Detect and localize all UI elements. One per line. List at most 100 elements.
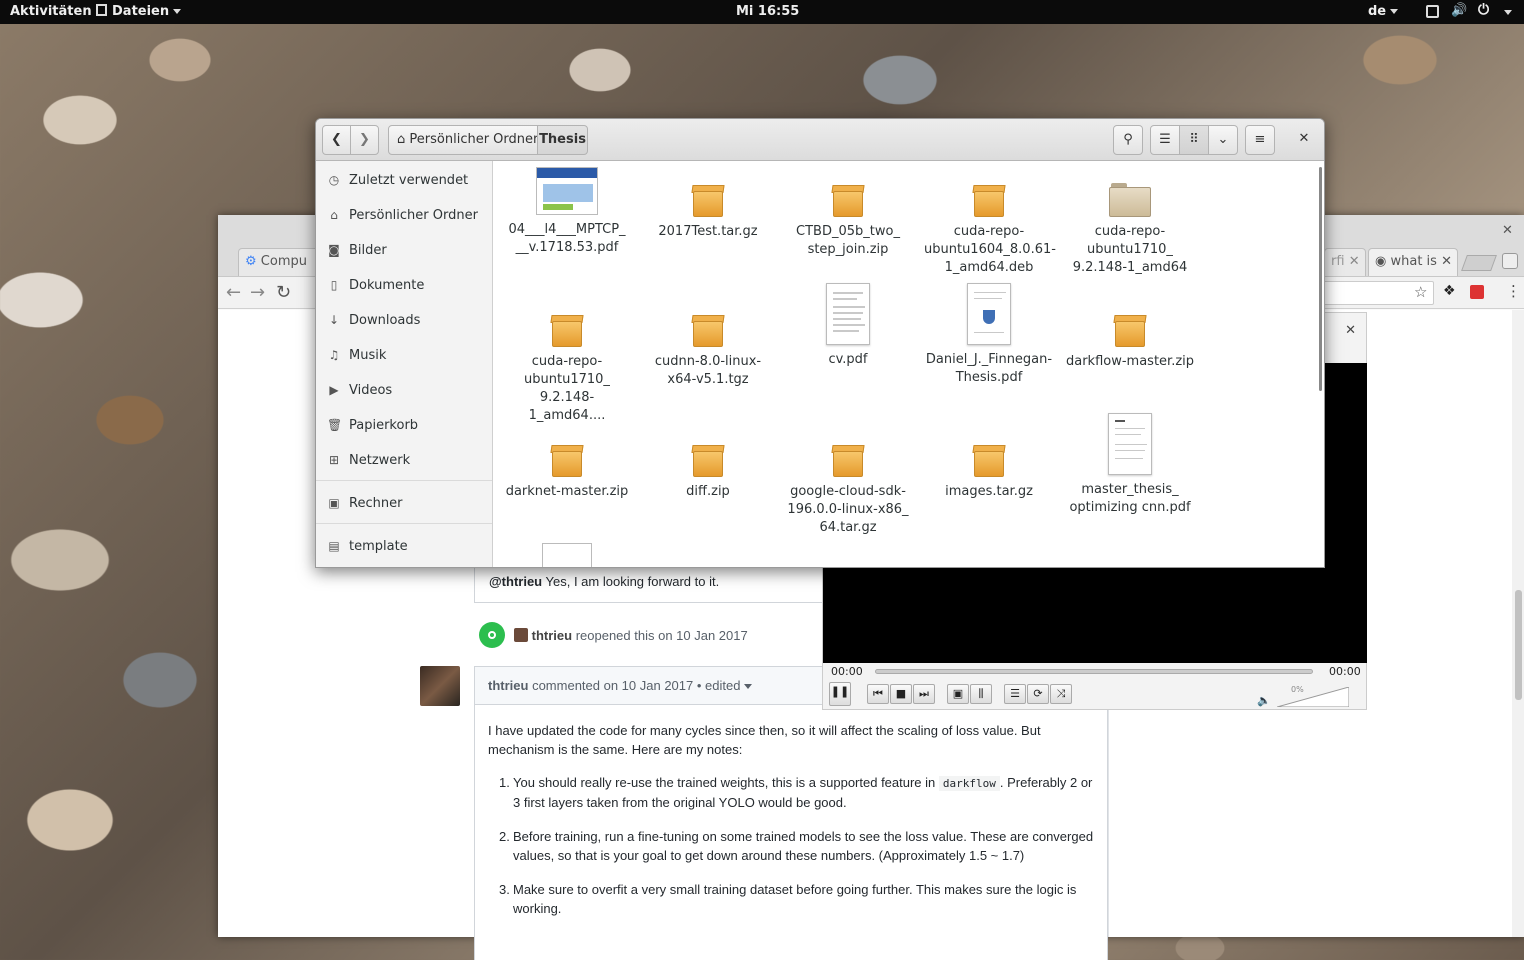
file-grid-scrollbar[interactable] (1318, 161, 1324, 567)
fullscreen-button[interactable]: ▣ (947, 684, 969, 704)
loop-button[interactable]: ⟳ (1027, 684, 1049, 704)
file-item[interactable]: cudnn-8.0-linux- x64-v5.1.tgz (643, 297, 773, 389)
seek-bar[interactable] (875, 669, 1313, 674)
camera-icon: ◙ (328, 243, 340, 257)
folder-icon: ▤ (328, 539, 340, 553)
archive-icon (691, 311, 725, 347)
browser-tab[interactable]: rfi ✕ (1324, 248, 1366, 276)
back-icon[interactable]: ← (226, 282, 241, 303)
file-item[interactable]: cuda-repo- ubuntu1710_ 9.2.148-1_amd64..… (502, 297, 632, 425)
back-button[interactable]: ❮ (322, 125, 351, 155)
list-text: Before training, run a fine-tuning on so… (513, 829, 1094, 863)
file-item[interactable]: darknet-master.zip (502, 427, 632, 501)
menu-icon[interactable]: ⋮ (1506, 282, 1521, 300)
sidebar-item-trash[interactable]: 🗑 Papierkorb (316, 408, 492, 442)
reload-icon[interactable]: ↻ (276, 282, 291, 303)
file-item-partial[interactable] (542, 543, 592, 567)
comment-meta[interactable]: commented on 10 Jan 2017 (532, 678, 693, 693)
archive-icon (691, 441, 725, 477)
search-button[interactable]: ⚲ (1113, 125, 1143, 155)
next-button[interactable]: ⏭ (913, 684, 935, 704)
menu-button[interactable]: ≡ (1245, 125, 1275, 155)
hamburger-icon: ≡ (1254, 132, 1266, 147)
language-menu[interactable]: de (1368, 4, 1399, 19)
clock[interactable]: Mi 16:55 (736, 4, 799, 19)
file-item[interactable]: google-cloud-sdk- 196.0.0-linux-x86_ 64.… (783, 427, 913, 537)
archive-icon (550, 311, 584, 347)
file-item[interactable]: diff.zip (643, 427, 773, 501)
close-icon[interactable]: ✕ (1345, 323, 1356, 338)
browser-tab-active[interactable]: ◉ what is ✕ (1368, 248, 1458, 276)
sidebar-item-downloads[interactable]: ↓ Downloads (316, 303, 492, 337)
chevron-down-icon (1390, 9, 1399, 14)
browser-tab[interactable]: ⚙ Compu (238, 248, 322, 276)
sidebar-item-home[interactable]: ⌂ Persönlicher Ordner (316, 198, 492, 232)
path-home-button[interactable]: ⌂ Persönlicher Ordner (388, 125, 538, 155)
system-menu-chevron-icon[interactable] (1504, 10, 1512, 15)
new-tab-button[interactable] (1461, 255, 1497, 271)
previous-button[interactable]: ⏮ (867, 684, 889, 704)
event-actor[interactable]: thtrieu (532, 628, 572, 643)
speaker-icon[interactable]: 🔈 (1257, 694, 1271, 707)
sidebar-item-template[interactable]: ▤ template (316, 529, 492, 563)
volume-slider[interactable]: 0% (1276, 685, 1350, 708)
forward-button[interactable]: ❯ (350, 125, 379, 155)
sidebar-item-recent[interactable]: ◷ Zuletzt verwendet (316, 163, 492, 197)
sidebar-item-documents[interactable]: ▯ Dokumente (316, 268, 492, 302)
comment-author[interactable]: thtrieu (488, 678, 528, 693)
file-item[interactable]: cuda-repo- ubuntu1710_ 9.2.148-1_amd64 (1065, 167, 1195, 277)
close-icon[interactable]: ✕ (1441, 254, 1452, 269)
close-window-icon[interactable]: ✕ (1502, 223, 1513, 238)
sidebar-item-music[interactable]: ♫ Musik (316, 338, 492, 372)
forward-icon[interactable]: → (250, 282, 265, 303)
edited-dropdown[interactable]: • edited (697, 678, 741, 693)
comment-author[interactable]: @thtrieu (489, 574, 542, 589)
list-view-button[interactable]: ☰ (1150, 125, 1180, 155)
file-item[interactable]: CTBD_05b_two_ step_join.zip (783, 167, 913, 259)
grid-view-button[interactable]: ⠿ (1179, 125, 1209, 155)
scrollbar-thumb[interactable] (1319, 167, 1322, 391)
sidebar-item-network[interactable]: ⊞ Netzwerk (316, 443, 492, 477)
archive-icon (972, 181, 1006, 217)
sidebar-item-computer[interactable]: ▣ Rechner (316, 486, 492, 520)
file-item[interactable]: darkflow-master.zip (1065, 297, 1195, 371)
equalizer-button[interactable]: ⫼ (970, 684, 992, 704)
avatar[interactable] (514, 628, 528, 642)
file-item[interactable]: cv.pdf (783, 283, 913, 369)
path-current-button[interactable]: Thesis (537, 125, 588, 155)
power-icon[interactable]: ⏻ (1478, 2, 1489, 18)
avatar[interactable] (420, 666, 460, 706)
profile-icon[interactable] (1502, 253, 1518, 269)
extension-red-icon[interactable] (1470, 285, 1484, 299)
page-scrollbar[interactable] (1512, 310, 1524, 937)
file-item[interactable]: 2017Test.tar.gz (643, 167, 773, 241)
sidebar-item-label: Dokumente (349, 278, 425, 293)
volume-level: 0% (1291, 685, 1304, 694)
pdf-document-icon (967, 283, 1011, 345)
close-icon[interactable]: ✕ (1349, 254, 1360, 269)
extension-icon[interactable]: ❖ (1443, 283, 1456, 299)
app-menu[interactable]: Dateien (96, 4, 182, 19)
activities-button[interactable]: Aktivitäten (10, 4, 92, 19)
close-button[interactable]: ✕ (1291, 125, 1317, 155)
view-options-button[interactable]: ⌄ (1208, 125, 1238, 155)
file-item[interactable]: cuda-repo- ubuntu1604_8.0.61- 1_amd64.de… (924, 167, 1056, 277)
pause-button[interactable]: ❚❚ (829, 682, 851, 706)
bookmark-star-icon[interactable]: ☆ (1414, 283, 1427, 301)
scrollbar-thumb[interactable] (1515, 590, 1522, 700)
stop-button[interactable]: ■ (890, 684, 912, 704)
screen-icon[interactable] (1426, 5, 1439, 18)
file-item[interactable]: 04___l4___MPTCP_ __v.1718.53.pdf (502, 167, 632, 257)
list-number: 3. (499, 882, 510, 897)
sidebar-item-videos[interactable]: ▶ Videos (316, 373, 492, 407)
volume-icon[interactable]: 🔊 (1451, 3, 1467, 18)
files-app-icon (96, 4, 107, 16)
file-item[interactable]: master_thesis_ optimizing cnn.pdf (1065, 413, 1195, 517)
playlist-button[interactable]: ☰ (1004, 684, 1026, 704)
shuffle-button[interactable]: ⤨ (1050, 684, 1072, 704)
sidebar-item-pictures[interactable]: ◙ Bilder (316, 233, 492, 267)
sidebar-item-label: Persönlicher Ordner (349, 208, 478, 223)
file-item[interactable]: images.tar.gz (924, 427, 1054, 501)
file-item[interactable]: Daniel_J._Finnegan- Thesis.pdf (924, 283, 1054, 387)
sidebar-divider (1108, 710, 1109, 937)
